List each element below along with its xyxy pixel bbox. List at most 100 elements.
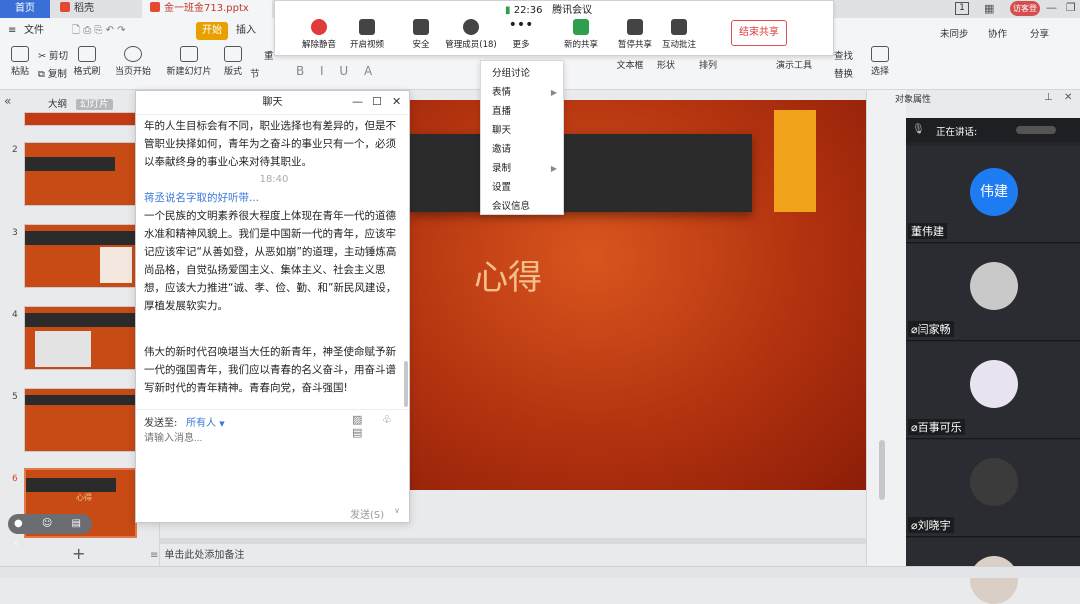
menu-item-invite[interactable]: 邀请 <box>481 140 563 159</box>
menu-item-emoji[interactable]: 表情 ▶ <box>481 83 563 102</box>
avatar <box>970 360 1018 408</box>
slide-thumb-4[interactable] <box>24 306 137 370</box>
menu-item-live[interactable]: 直播 <box>481 102 563 121</box>
slide-thumb-3[interactable] <box>24 224 137 288</box>
layout-label: 版式 <box>223 67 242 77</box>
right-scrollbar[interactable] <box>879 440 885 500</box>
start-video-button[interactable]: 开启视频 <box>337 19 397 50</box>
find-button[interactable]: 查找 <box>834 48 853 62</box>
menu-item-meeting-info[interactable]: 会议信息 <box>481 197 563 216</box>
tab-document[interactable]: 金一班金713.pptx <box>142 0 272 18</box>
more-button[interactable]: ••• 更多 <box>491 18 551 50</box>
share-screen-icon <box>573 19 589 35</box>
meeting-app-name: 腾讯会议 <box>552 5 593 16</box>
page-indicator[interactable]: 1 <box>955 2 969 15</box>
format-painter-button[interactable]: 格式刷 <box>72 46 102 77</box>
floating-controls[interactable]: ● ☺ ▤ ‹ <box>8 514 92 549</box>
slide-title: 心得 <box>474 258 542 298</box>
mic-muted-icon: ⌀ <box>911 421 918 434</box>
select-button[interactable]: 选择 <box>866 46 894 77</box>
chat-window: 聊天 — ☐ ✕ 年的人生目标会有不同，职业选择也有差异的，但是不管职业抉择如何… <box>135 90 410 523</box>
tab-home[interactable]: 首页 <box>0 0 50 18</box>
annotate-icon <box>671 19 687 35</box>
grid-icon[interactable]: ▦ <box>984 2 994 15</box>
shape-button[interactable]: 形状 <box>652 58 680 71</box>
slide-number: 6 <box>12 474 18 484</box>
main-slide[interactable]: 心得 <box>410 100 866 490</box>
participant-tile[interactable]: ⌀百事可乐 <box>906 342 1080 439</box>
hamburger-icon[interactable]: ≡ <box>8 22 16 40</box>
font-style-buttons[interactable]: B I U A <box>296 64 378 78</box>
reset-button[interactable]: 重 <box>264 48 274 62</box>
recipient-select[interactable]: 所有人 ▼ <box>186 414 225 429</box>
play-from-current-label: 当页开始 <box>114 67 151 77</box>
annotate-button[interactable]: 互动批注 <box>649 19 709 50</box>
chat-messages: 年的人生目标会有不同，职业选择也有差异的，但是不管职业抉择如何，青年为之奋斗的事… <box>144 117 404 397</box>
file-menu[interactable]: 文件 <box>24 22 44 40</box>
cut-button[interactable]: ✂ 剪切 <box>38 48 68 62</box>
copy-button[interactable]: ⧉ 复制 <box>38 66 67 80</box>
collaborate-button[interactable]: 协作 <box>988 26 1007 40</box>
slide-thumb-1[interactable] <box>24 112 137 126</box>
arrange-button[interactable]: 排列 <box>694 58 722 71</box>
horizontal-scrollbar[interactable] <box>160 538 866 544</box>
pin-icon[interactable]: ⊥ <box>1044 92 1053 103</box>
layout-button[interactable]: 版式 <box>218 46 248 77</box>
notes-area[interactable]: ≡ 单击此处添加备注 <box>150 546 866 566</box>
restore-icon[interactable]: ❐ <box>1066 1 1076 14</box>
mic-muted-icon: ⌀ <box>911 323 918 336</box>
minimize-icon[interactable]: — <box>352 95 363 108</box>
menu-item-settings[interactable]: 设置 <box>481 178 563 197</box>
slide-thumb-2[interactable] <box>24 142 137 206</box>
tab-slides[interactable]: 幻灯片 <box>76 99 113 110</box>
new-slide-button[interactable]: 新建幻灯片 <box>162 46 216 77</box>
menu-item-emoji-label: 表情 <box>492 87 512 98</box>
presentation-tool-button[interactable]: 演示工具 <box>774 58 814 71</box>
participant-name: ⌀百事可乐 <box>908 419 965 435</box>
status-bar <box>0 566 1080 578</box>
layout-icon <box>224 46 242 62</box>
chat-input[interactable] <box>144 430 400 446</box>
participant-tile[interactable]: ⌀闫家畅 <box>906 244 1080 341</box>
menu-item-chat[interactable]: 聊天 <box>481 121 563 140</box>
panel-tabs: 大纲 幻灯片 <box>48 96 113 110</box>
tab-start[interactable]: 开始 <box>196 22 228 40</box>
tab-docer[interactable]: 稻壳 <box>52 0 142 18</box>
participant-tile[interactable]: ⌀刘晓宇 <box>906 440 1080 537</box>
brush-icon <box>78 46 96 62</box>
play-from-current-button[interactable]: 当页开始 <box>110 46 156 77</box>
close-panel-icon[interactable]: ✕ <box>1064 92 1072 103</box>
textbox-button[interactable]: 文本框 <box>612 58 648 71</box>
menu-item-breakout[interactable]: 分组讨论 <box>481 64 563 83</box>
share-button[interactable]: 分享 <box>1030 26 1049 40</box>
unsynced-button[interactable]: 未同步 <box>940 26 969 40</box>
login-button[interactable]: 访客登录 <box>1010 1 1040 28</box>
section-button[interactable]: 节 <box>250 66 260 80</box>
menu-item-record[interactable]: 录制 ▶ <box>481 159 563 178</box>
end-share-button[interactable]: 结束共享 <box>731 20 787 46</box>
chat-scrollbar[interactable] <box>404 361 408 407</box>
participant-tile[interactable]: 伟建 董伟建 <box>906 146 1080 243</box>
pause-icon <box>627 19 643 35</box>
send-options-icon[interactable]: ∨ <box>394 506 400 515</box>
security-label: 安全 <box>412 40 430 50</box>
paste-button[interactable]: 粘贴 <box>6 46 34 77</box>
slide-thumb-5[interactable] <box>24 388 137 452</box>
new-slide-label: 新建幻灯片 <box>166 67 212 77</box>
tab-outline[interactable]: 大纲 <box>48 99 67 110</box>
maximize-icon[interactable]: ☐ <box>372 95 382 108</box>
tab-docer-label: 稻壳 <box>74 3 94 14</box>
shape-label: 形状 <box>656 61 675 71</box>
collapse-panel-icon[interactable]: « <box>4 94 11 108</box>
quick-access-icons[interactable]: 🗋 ⎙ ⎘ ↶ ↷ <box>72 22 126 40</box>
tab-insert[interactable]: 插入 <box>236 22 256 40</box>
new-share-button[interactable]: 新的共享 <box>551 19 611 50</box>
send-button[interactable]: 发送(S) <box>350 506 384 521</box>
add-slide-button[interactable]: + <box>72 544 85 563</box>
pause-share-label: 暂停共享 <box>617 40 652 50</box>
close-icon[interactable]: ✕ <box>392 95 401 108</box>
meeting-time: 22:36 <box>513 5 543 16</box>
chat-sender-name[interactable]: 蒋丞说名字取的好听带... <box>144 189 404 207</box>
replace-button[interactable]: 替换 <box>834 66 853 80</box>
minimize-icon[interactable]: — <box>1046 1 1057 14</box>
